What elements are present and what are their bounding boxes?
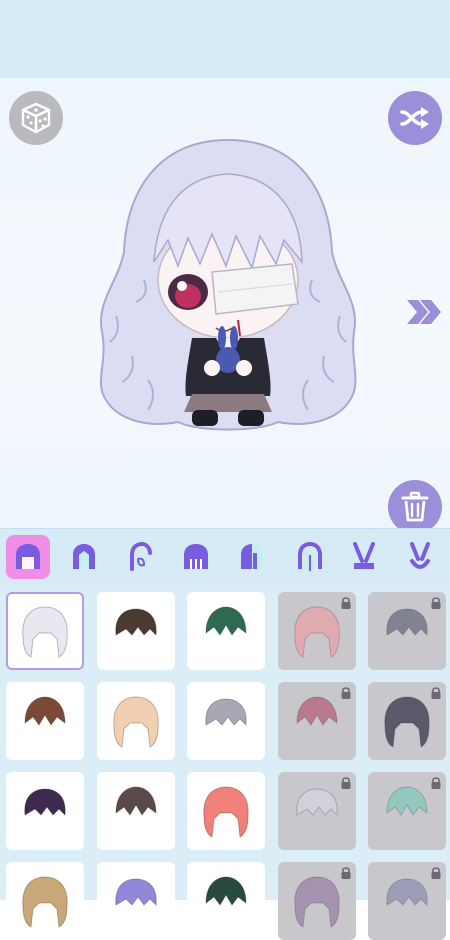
hair-preview	[114, 878, 157, 907]
tab-bunny-ears[interactable]	[342, 535, 386, 579]
hair-item[interactable]	[277, 592, 356, 670]
hair-preview	[203, 786, 249, 838]
double-chevron-right-icon[interactable]	[404, 296, 444, 328]
chibi-character	[99, 138, 357, 431]
lock-icon	[341, 777, 350, 789]
hair-item[interactable]	[368, 862, 446, 940]
tab-hair-back[interactable]	[230, 535, 274, 579]
hair-preview	[205, 876, 247, 906]
hair-back-icon	[241, 544, 263, 569]
hair-preview	[205, 606, 247, 636]
hair-bangs-icon	[184, 544, 208, 569]
top-bar	[0, 0, 450, 78]
hair-preview	[22, 606, 68, 658]
shuffle-button[interactable]	[388, 91, 442, 145]
hair-preview	[114, 608, 157, 637]
hair-item[interactable]	[368, 772, 446, 850]
hair-item-grid	[0, 584, 450, 940]
trash-icon	[401, 491, 429, 522]
hair-tail-icon	[298, 541, 322, 571]
hair-item[interactable]	[96, 772, 175, 850]
hair-item[interactable]	[368, 592, 446, 670]
bunny-ears-icon	[353, 542, 375, 569]
hair-item[interactable]	[96, 682, 175, 760]
lock-icon	[431, 777, 441, 789]
tab-hair-tail[interactable]	[286, 535, 330, 579]
hair-item[interactable]	[277, 682, 356, 760]
hair-item[interactable]	[6, 682, 84, 760]
delete-button[interactable]	[388, 480, 442, 534]
hair-preview	[112, 696, 159, 748]
hair-item[interactable]	[277, 862, 356, 940]
hair-item[interactable]	[187, 682, 265, 760]
lock-icon	[341, 867, 350, 879]
tab-ears-alt[interactable]	[398, 535, 442, 579]
hair-preview	[24, 696, 66, 726]
hair-preview	[24, 788, 66, 817]
lock-icon	[341, 687, 350, 699]
lock-icon	[341, 597, 350, 609]
tab-hair-bangs[interactable]	[174, 535, 218, 579]
hair-item[interactable]	[277, 772, 356, 850]
lock-icon	[431, 597, 441, 609]
hair-preview	[205, 698, 247, 727]
hair-item[interactable]	[368, 682, 446, 760]
hair-item[interactable]	[96, 592, 175, 670]
hair-preview	[114, 786, 157, 816]
ears-alt-icon	[410, 542, 430, 569]
hair-preview	[22, 876, 68, 928]
tab-hair-side[interactable]	[118, 535, 162, 579]
hair-item[interactable]	[187, 592, 265, 670]
hair-side-icon	[130, 541, 152, 571]
hair-full-icon	[16, 544, 40, 569]
hair-item[interactable]	[6, 592, 84, 670]
shuffle-icon	[400, 107, 429, 129]
hair-item[interactable]	[6, 772, 84, 850]
hair-front-icon	[73, 544, 95, 569]
hair-item[interactable]	[187, 862, 265, 940]
tab-hair-full[interactable]	[6, 535, 50, 579]
hair-item[interactable]	[96, 862, 175, 940]
hair-item[interactable]	[6, 862, 84, 940]
category-tab-bar	[0, 528, 450, 585]
tab-hair-front[interactable]	[62, 535, 106, 579]
lock-icon	[431, 867, 441, 879]
lock-icon	[431, 687, 441, 699]
dice-icon	[21, 102, 51, 134]
hair-item[interactable]	[187, 772, 265, 850]
random-button[interactable]	[9, 91, 63, 145]
